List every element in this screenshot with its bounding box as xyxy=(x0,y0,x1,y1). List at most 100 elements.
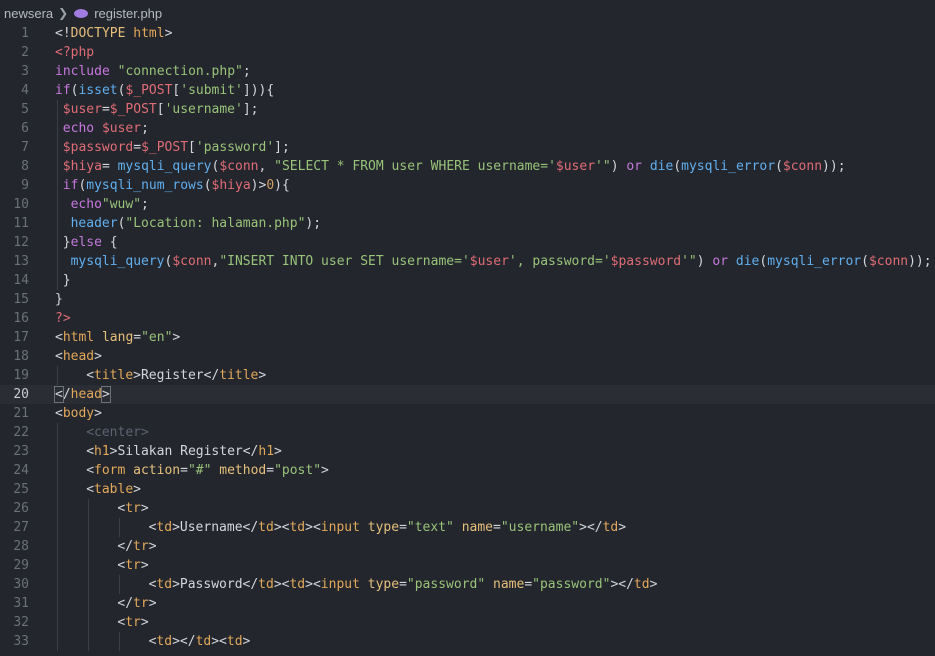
code-token: > xyxy=(140,501,149,516)
line-number: 17 xyxy=(13,330,29,345)
code-line[interactable]: 7 $password=$_POST['password']; xyxy=(0,138,935,157)
code-token: td xyxy=(602,520,619,535)
indent-guide xyxy=(57,176,58,195)
code-line[interactable]: 21 <body> xyxy=(0,404,935,423)
line-number: 15 xyxy=(13,292,29,307)
code-line[interactable]: 32 <tr> xyxy=(0,613,935,632)
code-token: ); xyxy=(305,216,322,231)
code-line[interactable]: 10 echo"wuw"; xyxy=(0,195,935,214)
line-number: 2 xyxy=(21,45,29,60)
line-number: 10 xyxy=(13,197,29,212)
code-line[interactable]: 5 $user=$_POST['username']; xyxy=(0,100,935,119)
line-text: <tr> xyxy=(117,499,148,518)
code-token: $conn xyxy=(868,254,909,269)
code-token: td xyxy=(633,577,650,592)
code-line[interactable]: 22 <center> xyxy=(0,423,935,442)
code-line[interactable]: 12}else { xyxy=(0,233,935,252)
code-line[interactable]: 15} xyxy=(0,290,935,309)
code-token: 'submit' xyxy=(180,83,243,98)
code-token: < xyxy=(55,349,63,364)
code-token: = xyxy=(266,463,275,478)
breadcrumb-folder[interactable]: newsera xyxy=(4,6,53,21)
code-token: form xyxy=(94,463,126,478)
code-line[interactable]: 19 <title>Register</title> xyxy=(0,366,935,385)
code-line[interactable]: 1 <!DOCTYPE html> xyxy=(0,24,935,43)
code-token: [ xyxy=(188,140,196,155)
code-token: include xyxy=(55,64,110,79)
code-line[interactable]: 9 if(mysqli_num_rows($hiya)>0){ xyxy=(0,176,935,195)
code-token: >< xyxy=(305,577,321,592)
code-token: 'username' xyxy=(164,102,243,117)
line-number: 5 xyxy=(21,102,29,117)
code-token: </ xyxy=(117,539,134,554)
code-token: = xyxy=(133,330,142,345)
line-text: <h1>Silakan Register</h1> xyxy=(86,442,282,461)
code-token: ?> xyxy=(55,311,71,326)
code-token: type xyxy=(367,577,400,592)
code-line[interactable]: 6 echo $user; xyxy=(0,119,935,138)
line-number: 6 xyxy=(21,121,29,136)
code-token: $hiya xyxy=(62,159,102,174)
code-token: ( xyxy=(203,178,212,193)
line-text: if(mysqli_num_rows($hiya)>0){ xyxy=(63,176,290,195)
code-token: > xyxy=(321,463,329,478)
code-line[interactable]: 31 </tr> xyxy=(0,594,935,613)
code-token: "SELECT * FROM user WHERE username=' xyxy=(274,159,556,174)
line-text: <form action="#" method="post"> xyxy=(86,461,329,480)
code-line[interactable]: 33 <td></td><td> xyxy=(0,632,935,651)
code-line[interactable]: 30 <td>Password</td><td><input type="pass… xyxy=(0,575,935,594)
code-line[interactable]: 4 if(isset($_POST['submit'])){ xyxy=(0,81,935,100)
code-line[interactable]: 23 <h1>Silakan Register</h1> xyxy=(0,442,935,461)
code-token: tr xyxy=(125,501,141,516)
breadcrumb-file[interactable]: register.php xyxy=(94,6,162,21)
code-line[interactable]: 16 ?> xyxy=(0,309,935,328)
code-line[interactable]: 25 <table> xyxy=(0,480,935,499)
code-token: <center> xyxy=(86,425,149,440)
code-line[interactable]: 18 <head> xyxy=(0,347,935,366)
line-number: 7 xyxy=(21,140,29,155)
code-token: ]; xyxy=(274,140,290,155)
code-token: td xyxy=(258,520,274,535)
code-token: td xyxy=(258,577,274,592)
code-line[interactable]: 11 header("Location: halaman.php"); xyxy=(0,214,935,233)
code-token: tr xyxy=(133,539,149,554)
code-line[interactable]: 13 mysqli_query($conn,"INSERT INTO user S… xyxy=(0,252,935,271)
code-line[interactable]: 2 <?php xyxy=(0,43,935,62)
code-line[interactable]: 3 include "connection.php"; xyxy=(0,62,935,81)
code-token: < xyxy=(86,368,95,383)
code-line[interactable]: 8 $hiya= mysqli_query($conn, "SELECT * FR… xyxy=(0,157,935,176)
line-text: <head> xyxy=(55,347,102,366)
code-token: tr xyxy=(133,596,149,611)
code-line[interactable]: 26 <tr> xyxy=(0,499,935,518)
line-number: 28 xyxy=(13,539,29,554)
code-token: ></ xyxy=(172,634,196,649)
code-area[interactable]: 1 <!DOCTYPE html> 2 <?php 3 include "connecti… xyxy=(0,24,935,651)
code-line[interactable]: 24 <form action="#" method="post"> xyxy=(0,461,935,480)
code-line[interactable]: 20 </head> xyxy=(0,385,935,404)
code-token: die xyxy=(735,254,760,269)
code-token: input xyxy=(320,577,360,592)
code-token: "password" xyxy=(532,577,611,592)
code-line[interactable]: 29 <tr> xyxy=(0,556,935,575)
code-token: > xyxy=(133,482,141,497)
indent-guide xyxy=(57,613,58,632)
code-token: $_POST xyxy=(125,83,173,98)
code-token: > xyxy=(649,577,658,592)
code-token: "connection.php" xyxy=(117,64,243,79)
line-number: 3 xyxy=(21,64,29,79)
code-token: tr xyxy=(125,558,141,573)
code-token: ( xyxy=(775,159,783,174)
code-line[interactable]: 28 </tr> xyxy=(0,537,935,556)
code-line[interactable]: 27 <td>Username</td><td><input type="text… xyxy=(0,518,935,537)
code-line[interactable]: 17 <html lang="en"> xyxy=(0,328,935,347)
indent-guide xyxy=(88,575,90,594)
code-token: echo xyxy=(70,197,102,212)
code-token: "password" xyxy=(406,577,486,592)
code-token: "wuw" xyxy=(101,197,142,212)
line-number: 20 xyxy=(13,387,29,402)
code-line[interactable]: 14} xyxy=(0,271,935,290)
code-editor[interactable]: newsera ❯ register.php 1 <!DOCTYPE html> 2… xyxy=(0,0,935,656)
